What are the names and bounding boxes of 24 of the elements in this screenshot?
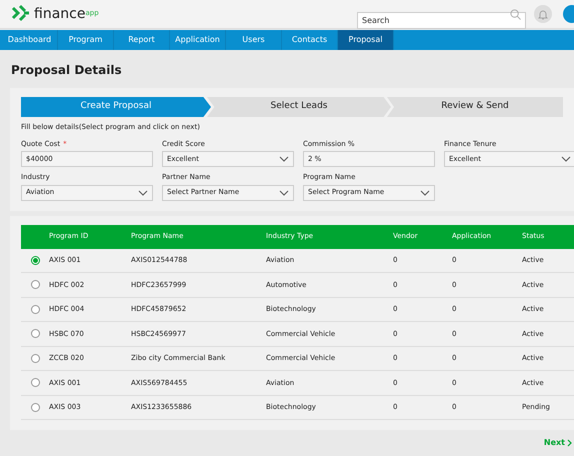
search-icon (510, 8, 521, 20)
bell-icon (538, 8, 548, 20)
chevron-down-icon (138, 190, 148, 196)
radio-button[interactable] (30, 256, 40, 265)
radio-button[interactable] (30, 378, 40, 388)
notification-button[interactable] (534, 5, 552, 23)
page-title: Proposal Details (10, 62, 123, 79)
chevron-down-icon (561, 156, 571, 162)
step-tab[interactable]: Create Proposal (21, 97, 211, 117)
chevron-down-icon (420, 190, 430, 196)
logo-text: finance$^{app}$ (34, 7, 99, 21)
radio-button[interactable] (30, 329, 40, 338)
logo-icon (10, 4, 32, 24)
nav-tab[interactable]: Proposal (338, 30, 394, 50)
radio-button[interactable] (30, 280, 40, 290)
chevron-down-icon (279, 190, 289, 196)
search-field[interactable]: Search (357, 12, 526, 28)
chevron-right-icon (567, 439, 572, 447)
step-tab[interactable]: Select Leads (207, 97, 391, 117)
radio-button[interactable] (30, 304, 40, 314)
radio-button[interactable] (30, 402, 40, 412)
step-tab[interactable]: Review & Send (387, 97, 563, 117)
radio-button[interactable] (30, 354, 40, 363)
chevron-down-icon (279, 156, 289, 162)
